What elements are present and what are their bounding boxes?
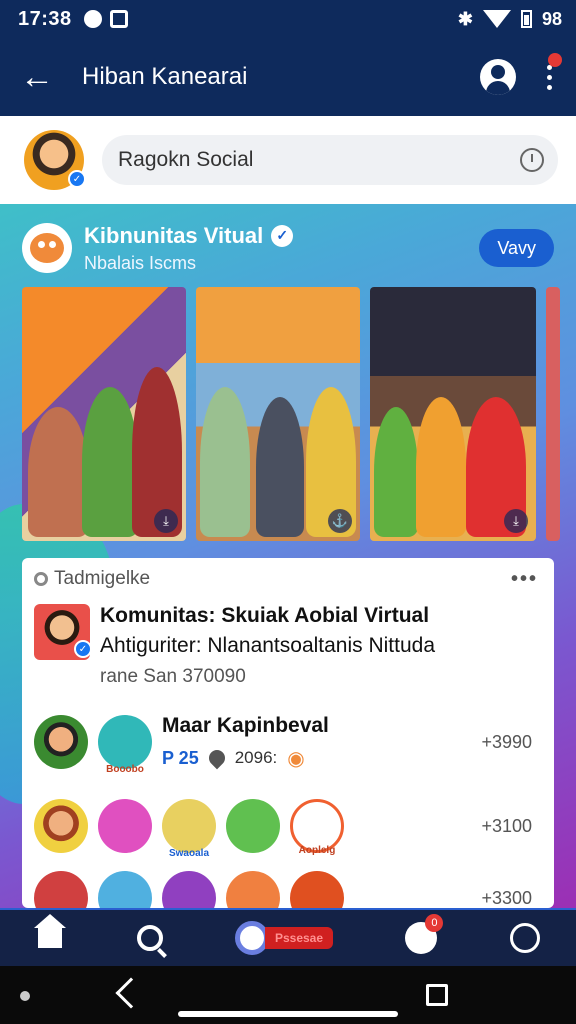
app-bar: ← Hiban Kanearai [0, 38, 576, 116]
photo-1[interactable]: ⤓ [22, 287, 186, 541]
member-avatar: Aoplelg [290, 799, 344, 856]
search-input[interactable]: Ragokn Social [102, 135, 558, 185]
community-logo[interactable] [22, 223, 72, 273]
share-icon[interactable]: ⤓ [154, 509, 178, 533]
share-icon[interactable]: ⚓ [328, 509, 352, 533]
system-back-button[interactable] [115, 977, 147, 1009]
post-item[interactable]: ✓ Komunitas: Skuiak Aobial Virtual Ahtig… [22, 600, 554, 700]
photo-2[interactable]: ⚓ [196, 287, 360, 541]
view-button[interactable]: Vavy [479, 229, 554, 267]
photo-4[interactable] [546, 287, 560, 541]
community-subtitle: Nbalais Iscms [84, 252, 197, 273]
account-icon[interactable] [509, 923, 540, 953]
status-bar: 17:38 ✱ 98 [0, 0, 576, 38]
app-logo-label: Aoplelg [298, 845, 336, 856]
post-meta: rane San 370090 [100, 666, 246, 687]
post-subtitle: Ahtiguriter: Nlanantsoaltanis Nittuda [100, 634, 436, 657]
post-title: Komunitas: Skuiak Aobial Virtual [100, 604, 430, 627]
notification-icon [83, 10, 102, 28]
list-item-title: Maar Kapinbeval [162, 713, 329, 737]
location-pin-icon [205, 746, 229, 770]
member-avatar [98, 799, 152, 853]
app-logo-label: Booobo [106, 764, 144, 775]
member-avatar [98, 871, 152, 908]
member-avatar [34, 715, 88, 769]
profile-icon[interactable] [480, 59, 516, 95]
list-item[interactable]: Swaoala Aoplelg +3100 [22, 784, 554, 868]
battery-icon [520, 10, 532, 28]
list-item-value: +3990 [481, 731, 532, 752]
member-avatar [34, 871, 88, 908]
notifications-icon[interactable]: 0 [405, 914, 444, 954]
community-header: Kibnunitas Vitual ✓ Nbalais Iscms Vavy [22, 218, 554, 278]
battery-level: 98 [541, 8, 562, 29]
member-avatar [162, 871, 216, 908]
member-avatar: Swaoala [162, 799, 216, 859]
list-item-value: +3300 [481, 887, 532, 908]
system-recents-button[interactable] [426, 984, 448, 1006]
member-avatar [290, 871, 344, 908]
wifi-icon [482, 10, 511, 28]
list-item[interactable]: +3300 [22, 868, 554, 908]
member-avatar [34, 799, 88, 853]
app-actions [480, 52, 576, 95]
post-avatar: ✓ [34, 604, 92, 660]
community-panel: Kibnunitas Vitual ✓ Nbalais Iscms Vavy ⤓… [0, 204, 576, 908]
search-text: Ragokn Social [118, 148, 254, 171]
magnifier-icon [234, 921, 269, 955]
back-button[interactable]: ← [0, 38, 74, 116]
page-title: Hiban Kanearai [82, 63, 248, 90]
search-icon[interactable] [136, 925, 163, 951]
verified-check-icon: ✓ [271, 224, 294, 247]
member-avatar [226, 799, 280, 853]
emoji-icon: ◉ [287, 747, 305, 770]
app-logo: Booobo [98, 715, 152, 775]
user-avatar[interactable]: ✓ [24, 130, 86, 190]
app-notification-icon [109, 10, 128, 28]
status-time: 17:38 [18, 7, 72, 30]
promo-label: Pssesae [264, 927, 334, 949]
more-icon[interactable]: ••• [511, 568, 538, 591]
arrow-left-icon: ← [20, 57, 54, 96]
card-tag: Tadmigelke [54, 568, 151, 589]
history-icon[interactable] [520, 148, 544, 172]
discover-button[interactable]: Pssesae [234, 921, 334, 955]
system-nav [0, 966, 576, 1024]
feed-card: Tadmigelke ••• ✓ Komunitas: Skuiak Aobia… [22, 558, 554, 908]
app-logo-label: Swaoala [168, 848, 210, 859]
more-options-button[interactable] [544, 52, 562, 90]
list-item-date: 2096: [234, 748, 278, 767]
tag-icon [34, 572, 48, 586]
home-icon[interactable] [34, 914, 67, 950]
bluetooth-icon: ✱ [457, 8, 473, 29]
status-icons [83, 10, 128, 28]
notification-dot [548, 52, 562, 67]
status-right: ✱ 98 [458, 9, 562, 30]
search-row: ✓ Ragokn Social [0, 116, 576, 204]
photo-gallery: ⤓ ⚓ ⤓ [22, 287, 560, 543]
notification-badge: 0 [425, 914, 444, 932]
assistant-dot [20, 991, 30, 1001]
bottom-nav: Pssesae 0 [0, 908, 576, 966]
photo-3[interactable]: ⤓ [370, 287, 536, 541]
community-name: Kibnunitas Vitual [84, 222, 264, 248]
verified-icon: ✓ [68, 170, 86, 188]
verified-icon: ✓ [74, 640, 92, 658]
card-header: Tadmigelke ••• [22, 558, 554, 600]
list-item-value: +3100 [481, 815, 532, 836]
list-item[interactable]: Booobo Maar Kapinbeval P 25 2096: ◉ +399… [22, 700, 554, 784]
member-avatar [226, 871, 280, 908]
system-home-bar[interactable] [178, 1011, 398, 1017]
list-item-tag: P 25 [162, 747, 199, 768]
share-icon[interactable]: ⤓ [504, 509, 528, 533]
